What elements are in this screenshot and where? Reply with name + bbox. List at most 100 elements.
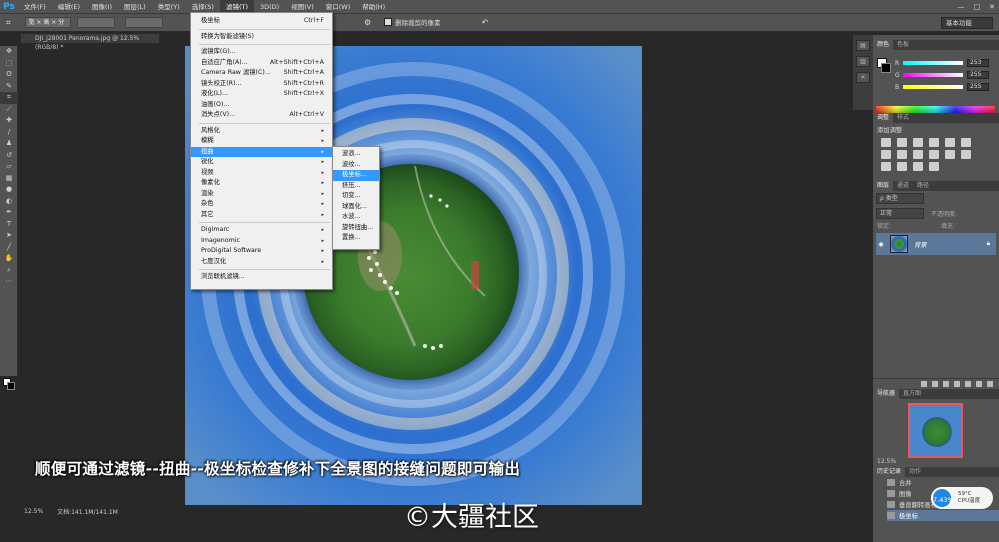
- menu-item-digimarc[interactable]: Digimarc ▸: [191, 225, 332, 236]
- workspace-select[interactable]: 基本功能: [941, 17, 993, 29]
- slider-g-value[interactable]: 255: [967, 71, 989, 79]
- menu-help[interactable]: 帮助(H): [356, 0, 391, 14]
- menu-item-sharpen[interactable]: 锐化 ▸: [191, 157, 332, 168]
- close-panel-icon[interactable]: ✕: [856, 72, 870, 83]
- tab-color[interactable]: 颜色: [873, 40, 894, 50]
- menu-item-distort[interactable]: 扭曲 ▸: [191, 146, 332, 157]
- visibility-eye-icon[interactable]: ◉: [876, 241, 886, 248]
- marquee-tool-icon[interactable]: ⬚: [0, 58, 18, 70]
- width-input[interactable]: [76, 17, 115, 28]
- menu-edit[interactable]: 编辑(E): [52, 0, 86, 14]
- reset-icon[interactable]: ↶: [482, 18, 489, 27]
- navigator-zoom[interactable]: 12.5%: [877, 458, 896, 465]
- submenu-item-shear[interactable]: 切变...: [333, 191, 379, 202]
- tab-paths[interactable]: 路径: [913, 181, 933, 191]
- submenu-item-displace[interactable]: 置换...: [333, 233, 379, 244]
- quick-select-tool-icon[interactable]: ✎: [0, 81, 18, 93]
- slider-b-value[interactable]: 255: [967, 83, 989, 91]
- tab-histogram[interactable]: 直方图: [899, 389, 925, 399]
- tab-channels[interactable]: 通道: [893, 181, 913, 191]
- menu-item-browse-online-filters[interactable]: 浏览联机滤镜...: [191, 272, 332, 283]
- eraser-tool-icon[interactable]: ▱: [0, 161, 18, 173]
- photo-filter-icon[interactable]: [913, 150, 923, 159]
- menu-item-qidu-hanhua[interactable]: 七度汉化 ▸: [191, 257, 332, 268]
- mask-icon[interactable]: [943, 381, 949, 387]
- menu-item-blur[interactable]: 模糊 ▸: [191, 136, 332, 147]
- black-white-icon[interactable]: [897, 150, 907, 159]
- zoom-tool-icon[interactable]: ⌕: [0, 265, 18, 277]
- delete-cropped-checkbox[interactable]: [384, 18, 393, 26]
- crop-tool-icon[interactable]: ⌗: [6, 18, 11, 28]
- clone-stamp-tool-icon[interactable]: ♟: [0, 138, 18, 150]
- submenu-item-polar-coordinates[interactable]: 极坐标...: [333, 170, 379, 181]
- menu-item-camera-raw[interactable]: Camera Raw 滤镜(C)... Shift+Ctrl+A: [191, 68, 332, 79]
- maximize-icon[interactable]: □: [974, 3, 981, 11]
- pen-tool-icon[interactable]: ✒: [0, 207, 18, 219]
- type-tool-icon[interactable]: T: [0, 219, 18, 231]
- hand-tool-icon[interactable]: ✋: [0, 253, 18, 265]
- tab-history[interactable]: 历史记录: [873, 467, 906, 477]
- slider-b-track[interactable]: [903, 85, 963, 89]
- layer-kind-filter[interactable]: ρ 类型: [876, 193, 924, 204]
- document-tab[interactable]: DJI_j28001 Panorama.jpg @ 12.5%(RGB/8) *: [20, 33, 160, 51]
- submenu-item-pinch[interactable]: 挤压...: [333, 181, 379, 192]
- gradient-map-icon[interactable]: [913, 162, 923, 171]
- fx-icon[interactable]: [932, 381, 938, 387]
- gradient-tool-icon[interactable]: ▦: [0, 173, 18, 185]
- menu-item-pixelate[interactable]: 像素化 ▸: [191, 178, 332, 189]
- menu-item-prodigital[interactable]: ProDigital Software ▸: [191, 246, 332, 257]
- slider-g[interactable]: G 255: [895, 70, 995, 80]
- submenu-item-twirl[interactable]: 旋转扭曲...: [333, 223, 379, 234]
- slider-g-track[interactable]: [903, 73, 963, 77]
- minimize-icon[interactable]: —: [958, 3, 965, 11]
- tab-swatches[interactable]: 色板: [893, 40, 913, 50]
- tab-navigator[interactable]: 导航器: [873, 389, 900, 399]
- brightness-icon[interactable]: [881, 138, 891, 147]
- color-swatches[interactable]: [3, 378, 15, 390]
- menu-layer[interactable]: 图层(L): [118, 0, 152, 14]
- menu-item-filter-gallery[interactable]: 滤镜库(G)...: [191, 47, 332, 58]
- line-tool-icon[interactable]: ╱: [0, 242, 18, 254]
- tab-layers[interactable]: 图层: [873, 181, 894, 191]
- menu-type[interactable]: 类型(Y): [152, 0, 186, 14]
- slider-b[interactable]: B 255: [895, 82, 995, 92]
- zoom-level[interactable]: 12.5%: [24, 508, 43, 515]
- color-lookup-icon[interactable]: [945, 150, 955, 159]
- brush-tool-icon[interactable]: ∕: [0, 127, 18, 139]
- blur-tool-icon[interactable]: ●: [0, 184, 18, 196]
- lasso-tool-icon[interactable]: ʘ: [0, 69, 18, 81]
- trash-icon[interactable]: [987, 381, 993, 387]
- new-adjustment-icon[interactable]: [954, 381, 960, 387]
- blend-mode-select[interactable]: 正常: [876, 208, 924, 219]
- slider-r[interactable]: R 253: [895, 58, 995, 68]
- submenu-item-wave[interactable]: 波浪...: [333, 149, 379, 160]
- curves-icon[interactable]: [913, 138, 923, 147]
- menu-item-liquify[interactable]: 液化(L)... Shift+Ctrl+X: [191, 89, 332, 100]
- height-input[interactable]: [124, 17, 163, 28]
- selective-color-icon[interactable]: [929, 162, 939, 171]
- history-item-selected[interactable]: 极坐标: [887, 510, 999, 521]
- panel-background-swatch[interactable]: [881, 63, 891, 73]
- menu-item-lens-correction[interactable]: 镜头校正(R)... Shift+Ctrl+R: [191, 79, 332, 90]
- menu-file[interactable]: 文件(F): [18, 0, 52, 14]
- menu-item-vanishing-point[interactable]: 消失点(V)... Alt+Ctrl+V: [191, 110, 332, 121]
- submenu-item-zigzag[interactable]: 水波...: [333, 212, 379, 223]
- crop-tool-icon[interactable]: ⌗: [0, 92, 18, 104]
- path-select-tool-icon[interactable]: ➤: [0, 230, 18, 242]
- menu-image[interactable]: 图像(I): [86, 0, 118, 14]
- ratio-select[interactable]: 宽 × 高 × 分: [24, 17, 71, 28]
- slider-r-track[interactable]: [903, 61, 963, 65]
- tab-styles[interactable]: 样式: [893, 113, 913, 123]
- threshold-icon[interactable]: [897, 162, 907, 171]
- levels-icon[interactable]: [897, 138, 907, 147]
- menu-item-imagenomic[interactable]: Imagenomic ▸: [191, 236, 332, 247]
- link-layers-icon[interactable]: [921, 381, 927, 387]
- menu-item-noise[interactable]: 杂色 ▸: [191, 199, 332, 210]
- new-group-icon[interactable]: [965, 381, 971, 387]
- move-tool-icon[interactable]: ✥: [0, 46, 18, 58]
- exposure-icon[interactable]: [929, 138, 939, 147]
- menu-item-other[interactable]: 其它 ▸: [191, 210, 332, 221]
- tab-actions[interactable]: 动作: [905, 467, 925, 477]
- eyedropper-tool-icon[interactable]: ⟋: [0, 104, 18, 116]
- properties-panel-icon[interactable]: ▥: [856, 56, 870, 67]
